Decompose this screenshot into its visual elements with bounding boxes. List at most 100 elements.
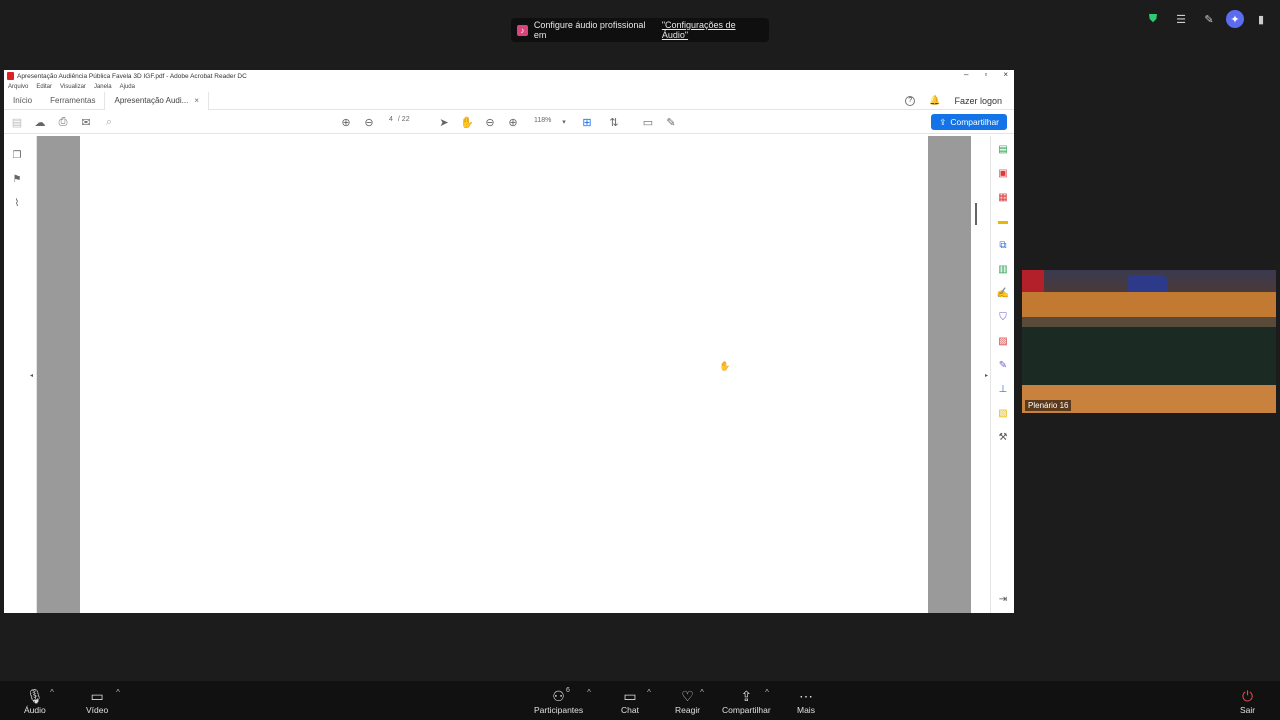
leave-button[interactable]: ⏻ Sair	[1240, 687, 1256, 716]
more-dots-icon: ⋯	[798, 687, 813, 704]
annotate-pen-icon[interactable]: ✎	[1198, 10, 1220, 28]
help-icon[interactable]: ?	[905, 95, 916, 106]
search-icon[interactable]: ⌕	[101, 114, 117, 130]
export-pdf-icon[interactable]: ▤	[996, 142, 1010, 156]
left-collapse-arrow-icon[interactable]: ◂	[30, 372, 33, 379]
combine-files-icon[interactable]: ⧉	[996, 238, 1010, 252]
pdf-page[interactable]	[80, 136, 928, 613]
leave-label: Sair	[1240, 705, 1256, 715]
page-up-icon[interactable]: ⊕	[338, 114, 354, 130]
window-titlebar: Apresentação Audiência Pública Favela 3D…	[4, 70, 1014, 82]
bookmark-icon[interactable]: ⚑	[10, 172, 24, 186]
video-desk-edge	[1022, 317, 1276, 327]
menu-help[interactable]: Ajuda	[120, 84, 135, 90]
chat-button[interactable]: ▭ Chat	[621, 687, 639, 716]
video-red-patch	[1022, 270, 1044, 292]
video-participant-name: Plenário 16	[1025, 400, 1072, 411]
compress-pdf-icon[interactable]: ▨	[996, 334, 1010, 348]
participants-label: Participantes	[534, 705, 584, 715]
music-icon: ♪	[517, 24, 528, 36]
share-icon: ⇪	[939, 116, 947, 127]
minimize-icon[interactable]: –	[964, 70, 968, 79]
menu-view[interactable]: Visualizar	[60, 84, 86, 90]
audio-label: Áudio	[24, 705, 46, 715]
react-label: Reagir	[675, 705, 701, 715]
stamp-icon[interactable]: ⊥	[996, 382, 1010, 396]
tab-tools[interactable]: Ferramentas	[41, 92, 104, 110]
ai-companion-icon[interactable]: ✦	[1226, 10, 1244, 28]
zoom-in-icon[interactable]: ⊕	[505, 114, 521, 130]
share-screen-button[interactable]: ⇪ Compartilhar	[722, 687, 771, 716]
document-area: ❐ ⚑ ⌇ ◂ ▸ ✋ ▤ ▣ ▦ ▬ ⧉ ▥ ✍ ⛉ ▨ ✎ ⊥ ▧ ⚒ ⇥	[4, 136, 1014, 613]
more-tools-icon[interactable]: ⚒	[996, 430, 1010, 444]
menu-window[interactable]: Janela	[94, 84, 112, 90]
page-thumbnails-icon[interactable]: ❐	[10, 148, 24, 162]
share-button[interactable]: ⇪ Compartilhar	[931, 114, 1007, 130]
chevron-up-icon: ^	[700, 688, 704, 697]
security-shield-icon[interactable]: ⛊	[1142, 10, 1164, 28]
vertical-scrollbar[interactable]	[975, 203, 977, 225]
attachment-icon[interactable]: ⌇	[10, 196, 24, 210]
chevron-up-icon: ^	[50, 688, 54, 697]
window-title: Apresentação Audiência Pública Favela 3D…	[17, 72, 247, 80]
hand-tool-icon[interactable]: ✋	[459, 114, 475, 130]
fill-sign-icon[interactable]: ✍	[996, 286, 1010, 300]
collapse-pane-icon[interactable]: ⇥	[996, 592, 1010, 606]
react-button[interactable]: ♡ Reagir	[675, 687, 701, 716]
scroll-mode-icon[interactable]: ⇅	[606, 114, 622, 130]
tab-home[interactable]: Início	[4, 92, 41, 110]
heart-icon: ♡	[681, 687, 694, 704]
zoom-dropdown-chevron-icon[interactable]: ▾	[556, 114, 572, 130]
zoom-level-select[interactable]: 118%	[534, 117, 551, 124]
chat-bubble-icon: ▭	[623, 687, 637, 704]
close-tab-icon[interactable]: ×	[194, 96, 199, 105]
audio-settings-link[interactable]: "Configurações de Áudio"	[662, 20, 763, 40]
zoom-out-icon[interactable]: ⊖	[482, 114, 498, 130]
page-down-icon[interactable]: ⊖	[361, 114, 377, 130]
share-screen-label: Compartilhar	[722, 705, 771, 715]
scan-ocr-icon[interactable]: ▧	[996, 406, 1010, 420]
request-signature-icon[interactable]: ✎	[996, 358, 1010, 372]
email-icon[interactable]: ✉	[78, 114, 94, 130]
comment-icon[interactable]: ▭	[640, 114, 656, 130]
share-screen-icon: ⇪	[740, 687, 753, 704]
login-button[interactable]: Fazer logon	[954, 96, 1002, 106]
video-camera-icon: ▭	[90, 687, 104, 704]
page-current-input[interactable]: 4	[389, 116, 393, 123]
tab-bar: Início Ferramentas Apresentação Audi... …	[4, 91, 1014, 110]
tab-document[interactable]: Apresentação Audi... ×	[104, 91, 209, 110]
notification-text: Configure áudio profissional em	[533, 20, 646, 40]
leave-icon: ⏻	[1242, 687, 1254, 704]
apps-icon[interactable]: ▮	[1250, 10, 1272, 28]
save-icon[interactable]: ▤	[9, 114, 25, 130]
cloud-upload-icon[interactable]: ☁	[32, 114, 48, 130]
print-icon[interactable]: ⎙	[55, 114, 71, 130]
participants-button[interactable]: ⚇ 6 Participantes	[534, 687, 583, 715]
right-collapse-arrow-icon[interactable]: ▸	[985, 372, 988, 379]
protect-icon[interactable]: ⛉	[996, 310, 1010, 324]
bell-icon[interactable]: 🔔	[929, 95, 940, 106]
acrobat-toolbar: ▤ ☁ ⎙ ✉ ⌕ ⊕ ⊖ 4 / 22 ➤ ✋ ⊖ ⊕ 118% ▾ ⊞ ⇅ …	[4, 110, 1014, 134]
organize-pages-icon[interactable]: ▥	[996, 262, 1010, 276]
more-button[interactable]: ⋯ Mais	[797, 687, 815, 716]
draw-pen-icon[interactable]: ✎	[663, 114, 679, 130]
video-desk	[1022, 292, 1276, 317]
edit-pdf-icon[interactable]: ▦	[996, 190, 1010, 204]
audio-notification: ♪ Configure áudio profissional em "Confi…	[511, 18, 769, 42]
maximize-icon[interactable]: ▫	[984, 70, 987, 79]
select-cursor-icon[interactable]: ➤	[436, 114, 452, 130]
audio-button[interactable]: 🎙 Áudio	[24, 687, 46, 716]
more-label: Mais	[797, 705, 815, 715]
meeting-controls-bar: 🎙 Áudio ^ ▭ Vídeo ^ ⚇ 6 Participantes ^ …	[0, 681, 1280, 720]
fit-page-icon[interactable]: ⊞	[579, 114, 595, 130]
menu-file[interactable]: Arquivo	[8, 84, 28, 90]
create-pdf-icon[interactable]: ▣	[996, 166, 1010, 180]
notes-icon[interactable]: ☰	[1170, 10, 1192, 28]
close-window-icon[interactable]: ×	[1003, 70, 1008, 79]
participant-video-tile[interactable]: Plenário 16	[1022, 270, 1276, 413]
video-button[interactable]: ▭ Vídeo	[86, 687, 108, 716]
menu-edit[interactable]: Editar	[36, 84, 52, 90]
microphone-icon: 🎙	[25, 687, 44, 704]
comment-tool-icon[interactable]: ▬	[996, 214, 1010, 228]
chevron-up-icon: ^	[587, 688, 591, 697]
